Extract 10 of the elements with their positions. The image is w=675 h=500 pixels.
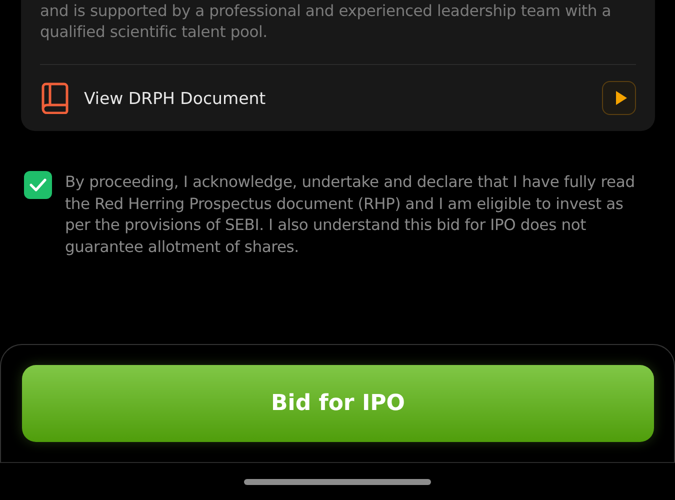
consent-text: By proceeding, I acknowledge, undertake and declare that I have fully read the Red Herring Prospectus document (RHP) and I am eligible to invest as per the provisions of SEBI. I also understand this bid for IPO does not guarantee allotment of shares. (65, 172, 636, 258)
description-text: qualified scientific talent pool. (40, 22, 268, 43)
description-text: and is supported by a professional and experienced leadership team with a (40, 1, 612, 22)
home-indicator[interactable] (244, 478, 431, 484)
document-link[interactable]: View DRPH Document (84, 88, 602, 108)
checkmark-icon (29, 178, 47, 192)
play-icon (614, 91, 626, 105)
play-button[interactable] (602, 81, 636, 115)
book-icon (41, 82, 69, 114)
consent-checkbox[interactable] (24, 171, 52, 199)
